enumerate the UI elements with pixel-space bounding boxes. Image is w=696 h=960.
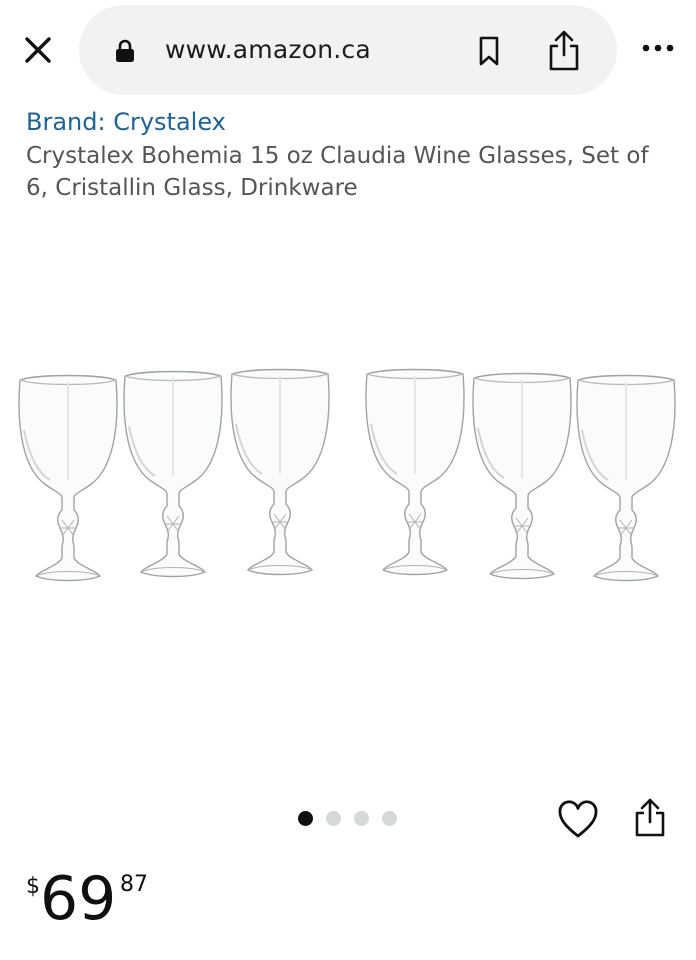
url-text: www.amazon.ca [165,35,371,64]
carousel-dot[interactable] [382,811,397,826]
close-icon[interactable] [20,32,56,68]
price-fraction: 87 [120,872,148,897]
product-image[interactable] [14,360,682,590]
carousel-dot[interactable] [354,811,369,826]
product-title: Crystalex Bohemia 15 oz Claudia Wine Gla… [26,143,649,201]
carousel-dots[interactable] [298,811,397,827]
carousel-dot[interactable] [326,811,341,826]
lock-icon [115,39,135,63]
price-whole: 69 [40,864,117,934]
brand-link[interactable]: Brand: Crystalex [26,108,226,136]
share-icon[interactable] [547,29,581,73]
carousel-dot[interactable] [298,811,313,826]
more-icon[interactable] [638,36,678,60]
bookmark-icon[interactable] [477,35,501,67]
browser-toolbar: www.amazon.ca [0,0,696,100]
share-icon[interactable] [633,797,667,839]
address-bar[interactable]: www.amazon.ca [79,5,617,95]
heart-icon[interactable] [557,800,599,840]
price-currency-symbol: $ [26,874,40,899]
